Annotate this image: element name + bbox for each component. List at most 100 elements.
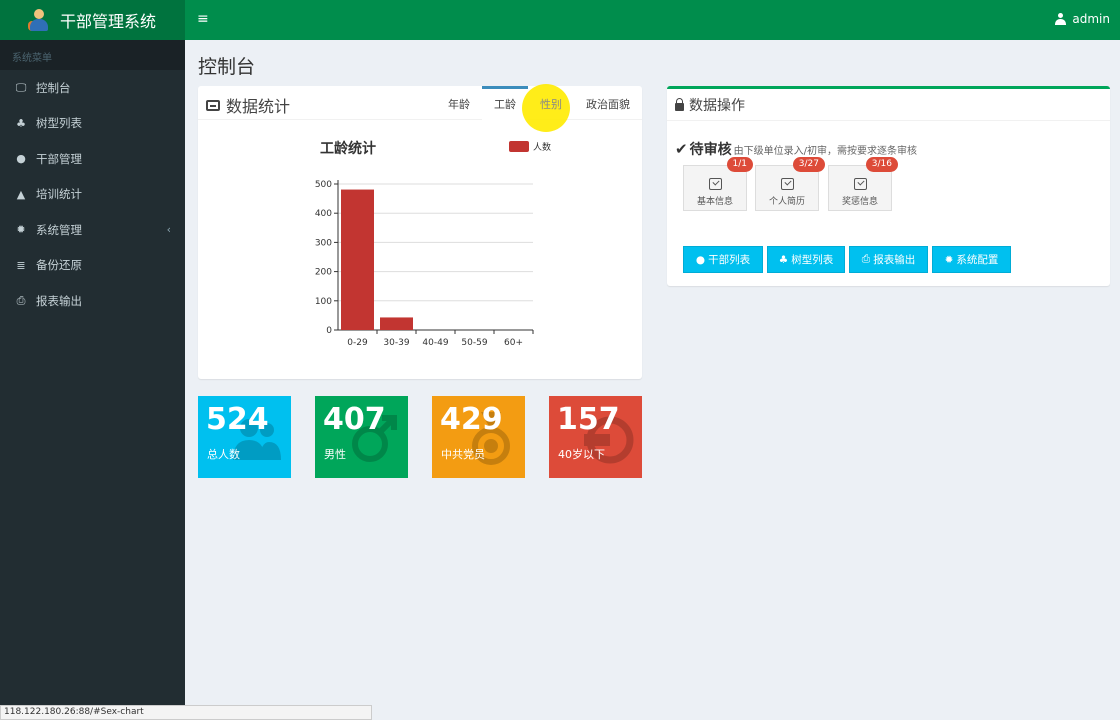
monitor-icon: 🖵 <box>15 80 27 94</box>
button-label: 系统配置 <box>956 254 999 266</box>
y-tick-label: 400 <box>315 209 332 219</box>
users-icon: ● <box>16 152 26 166</box>
chart-area: 工龄统计 人数 0 100 200 300 400 500 0-29 30-39 40-49 50-5… <box>198 120 642 379</box>
sidebar-item-label: 系统管理 <box>36 222 82 237</box>
pending-badge: 3/27 <box>792 157 825 172</box>
gear-icon: ✹ <box>16 223 26 237</box>
tile-label: 男性 <box>324 448 346 461</box>
sidebar-item-backup-restore[interactable]: ≣ 备份还原 <box>0 248 185 284</box>
gear-icon: ✹ <box>944 253 954 266</box>
tree-list-button[interactable]: ♣ 树型列表 <box>767 246 845 273</box>
tile-value: 524 <box>206 402 269 437</box>
user-icon <box>1055 13 1067 25</box>
stats-title-text: 数据统计 <box>226 97 291 116</box>
sidebar-item-label: 干部管理 <box>36 151 82 166</box>
bar <box>341 189 374 330</box>
x-tick-label: 40-49 <box>422 338 448 348</box>
sidebar: 系统菜单 🖵 控制台 ♣ 树型列表 ● 干部管理 ▲ 培训统计 ✹ 系统管理 ‹… <box>0 40 185 720</box>
tab-age[interactable]: 年龄 <box>436 86 482 120</box>
legend-label: 人数 <box>533 141 551 153</box>
brand[interactable]: 干部管理系统 <box>0 0 185 40</box>
pending-card-label: 基本信息 <box>696 197 733 207</box>
pending-card-basic-info[interactable]: 基本信息 1/1 <box>683 157 753 211</box>
y-tick-label: 500 <box>315 180 332 190</box>
stats-tabs: 年龄 工龄 性别 政治面貌 <box>436 86 642 120</box>
browser-status-bar: 118.122.180.26:88/#Sex-chart <box>0 705 372 720</box>
sidebar-header: 系统菜单 <box>0 40 185 70</box>
legend-swatch <box>509 141 529 152</box>
pending-badge: 3/16 <box>865 157 898 172</box>
pending-badge: 1/1 <box>726 157 753 172</box>
sidebar-item-cadre-management[interactable]: ● 干部管理 <box>0 141 185 177</box>
pending-card-label: 奖惩信息 <box>841 197 878 207</box>
sidebar-item-report-output[interactable]: ⎙ 报表输出 <box>0 283 185 319</box>
system-config-button[interactable]: ✹ 系统配置 <box>932 246 1011 273</box>
checkbox-icon <box>854 178 867 190</box>
sidebar-item-label: 培训统计 <box>36 187 82 202</box>
button-label: 树型列表 <box>791 254 834 266</box>
pending-card-rewards[interactable]: 奖惩信息 3/16 <box>828 157 898 211</box>
printer-icon: ⎙ <box>16 293 26 307</box>
x-tick-label: 0-29 <box>347 338 368 348</box>
tile-value: 429 <box>440 402 503 437</box>
tile-total[interactable]: 524 总人数 <box>198 396 291 478</box>
chevron-left-icon: ‹ <box>166 223 171 237</box>
stats-panel: 数据统计 年龄 工龄 性别 政治面貌 工龄统计 人数 0 100 200 300 400 50… <box>198 86 642 379</box>
checkbox-icon <box>709 178 722 190</box>
stats-panel-header: 数据统计 年龄 工龄 性别 政治面貌 <box>198 86 642 120</box>
tile-under-40[interactable]: 157 40岁以下 <box>549 396 642 478</box>
sidebar-item-system-management[interactable]: ✹ 系统管理 ‹ <box>0 212 185 248</box>
tree-icon: ♣ <box>778 253 789 266</box>
sidebar-toggle-icon[interactable]: ≡ <box>197 11 209 27</box>
database-icon: ≣ <box>16 258 26 272</box>
tab-political-status[interactable]: 政治面貌 <box>574 86 642 120</box>
y-tick-label: 100 <box>315 297 332 307</box>
pending-card-resume[interactable]: 个人简历 3/27 <box>755 157 825 211</box>
sidebar-item-label: 报表输出 <box>36 293 82 308</box>
sidebar-item-tree-list[interactable]: ♣ 树型列表 <box>0 106 185 142</box>
tab-gender[interactable]: 性别 <box>528 86 574 120</box>
y-tick-label: 300 <box>315 238 332 248</box>
x-tick-label: 50-59 <box>461 338 487 348</box>
tree-icon: ♣ <box>16 116 26 130</box>
app-title: 干部管理系统 <box>60 12 157 31</box>
top-navbar: 干部管理系统 ≡ admin <box>0 0 1120 40</box>
report-output-button[interactable]: ⎙ 报表输出 <box>849 246 928 273</box>
pending-description: 由下级单位录入/初审，需按要求逐条审核 <box>733 146 917 157</box>
work-years-chart: 工龄统计 人数 0 100 200 300 400 500 0-29 30-39 40-49 50-5… <box>315 140 551 348</box>
lock-icon <box>675 97 684 111</box>
button-label: 干部列表 <box>708 254 751 266</box>
page-title: 控制台 <box>198 56 256 78</box>
tile-party-members[interactable]: 429 中共党员 <box>432 396 525 478</box>
tile-label: 40岁以下 <box>558 448 605 461</box>
tile-male[interactable]: 407 男性 <box>315 396 408 478</box>
users-icon: ● <box>695 253 706 266</box>
pending-card-label: 个人简历 <box>768 197 805 207</box>
app-logo-icon <box>28 9 50 31</box>
tile-label: 中共党员 <box>441 448 485 461</box>
tile-value: 407 <box>323 402 386 437</box>
cadre-list-button[interactable]: ● 干部列表 <box>683 246 763 273</box>
graduation-cap-icon: ▲ <box>16 187 26 201</box>
stats-title: 数据统计 <box>206 93 290 117</box>
tab-work-years[interactable]: 工龄 <box>482 86 528 120</box>
user-menu[interactable]: admin <box>1055 12 1110 26</box>
pending-title: 待审核 <box>689 142 732 158</box>
tile-value: 157 <box>557 402 620 437</box>
bar <box>380 317 413 330</box>
sidebar-item-label: 控制台 <box>36 80 71 95</box>
sidebar-item-training-stats[interactable]: ▲ 培训统计 <box>0 177 185 213</box>
sidebar-item-label: 备份还原 <box>36 258 82 273</box>
x-tick-label: 30-39 <box>383 338 409 348</box>
check-icon: ✔ <box>675 140 688 158</box>
pending-section-title: ✔ 待审核 由下级单位录入/初审，需按要求逐条审核 <box>675 139 917 159</box>
chart-title: 工龄统计 <box>320 140 376 157</box>
x-tick-label: 60+ <box>504 338 523 348</box>
y-tick-label: 0 <box>326 326 332 336</box>
y-tick-label: 200 <box>315 268 332 278</box>
tile-label: 总人数 <box>207 448 240 461</box>
sidebar-item-dashboard[interactable]: 🖵 控制台 <box>0 70 185 106</box>
inbox-icon <box>206 99 220 111</box>
printer-icon: ⎙ <box>861 253 871 265</box>
ops-panel-header: 数据操作 <box>667 89 1110 121</box>
